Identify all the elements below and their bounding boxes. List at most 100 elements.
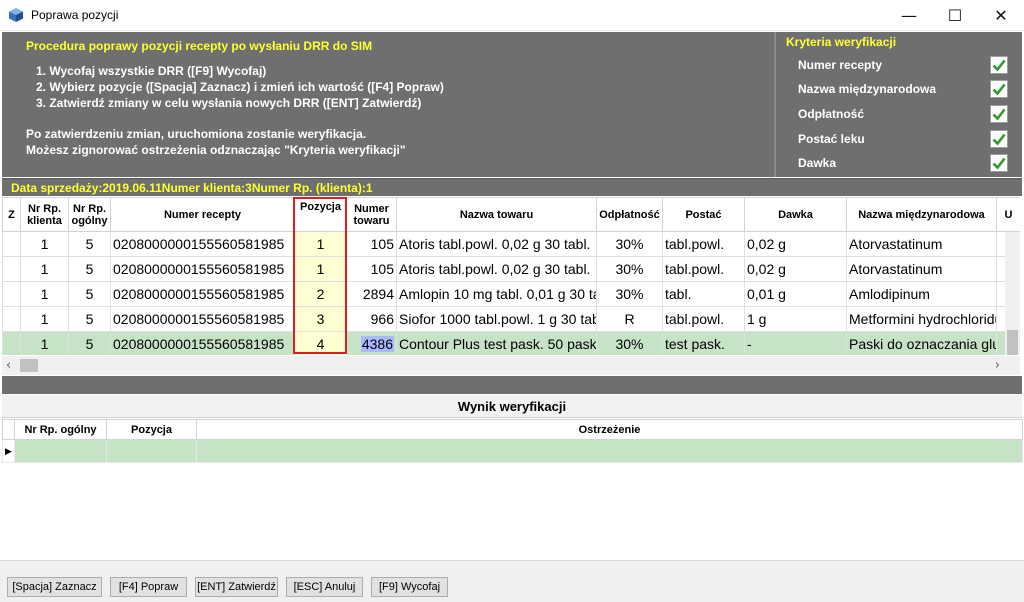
cell-nazwa-miedzynarodowa[interactable]: Paski do oznaczania glukozy bbox=[846, 331, 997, 355]
criteria-checkbox[interactable] bbox=[990, 80, 1008, 98]
cell-rp-ogolny[interactable]: 5 bbox=[68, 281, 111, 307]
cell-rp-ogolny[interactable]: 5 bbox=[68, 256, 111, 282]
cell-rp-klienta[interactable]: 1 bbox=[20, 281, 69, 307]
zaznacz-button[interactable]: [Spacja] Zaznacz bbox=[7, 577, 102, 597]
cell-numer-towaru[interactable]: 105 bbox=[346, 256, 397, 282]
cell-rp-klienta[interactable]: 1 bbox=[20, 306, 69, 332]
cell-nazwa-miedzynarodowa[interactable]: Atorvastatinum bbox=[846, 231, 997, 257]
cell-odplatnosc[interactable]: 30% bbox=[596, 231, 663, 257]
criteria-checkbox[interactable] bbox=[990, 130, 1008, 148]
table-row[interactable]: 1 5 0208000000155560581985 3 966 Siofor … bbox=[2, 306, 1020, 332]
criteria-item-nazwa-miedzynarodowa[interactable]: Nazwa międzynarodowa bbox=[798, 78, 1008, 100]
cell-ostrzezenie[interactable] bbox=[196, 439, 1023, 463]
cell-z[interactable] bbox=[2, 256, 21, 282]
col-header-ostrzezenie[interactable]: Ostrzeżenie bbox=[196, 419, 1023, 440]
cell-numer-recepty[interactable]: 0208000000155560581985 bbox=[110, 281, 295, 307]
cell-pozycja[interactable]: 3 bbox=[294, 306, 347, 332]
cell-rp-ogolny[interactable]: 5 bbox=[68, 306, 111, 332]
col-header-z[interactable]: Z bbox=[2, 197, 21, 232]
cell-odplatnosc[interactable]: R bbox=[596, 306, 663, 332]
table-row[interactable]: 1 5 0208000000155560581985 2 2894 Amlopi… bbox=[2, 281, 1020, 307]
cell-pozycja[interactable]: 2 bbox=[294, 281, 347, 307]
cell-nazwa-miedzynarodowa[interactable]: Metformini hydrochloridum bbox=[846, 306, 997, 332]
cell-nr-rp-ogolny[interactable] bbox=[14, 439, 107, 463]
criteria-checkbox[interactable] bbox=[990, 154, 1008, 172]
col-header-nr-rp-ogolny[interactable]: Nr Rp. ogólny bbox=[68, 197, 111, 232]
horizontal-scroll-thumb[interactable] bbox=[20, 359, 38, 372]
criteria-checkbox[interactable] bbox=[990, 56, 1008, 74]
cell-nazwa-miedzynarodowa[interactable]: Atorvastatinum bbox=[846, 256, 997, 282]
close-button[interactable]: ✕ bbox=[978, 0, 1024, 31]
cell-z[interactable] bbox=[2, 231, 21, 257]
scroll-right-icon[interactable]: › bbox=[995, 358, 1000, 373]
horizontal-scrollbar[interactable]: ‹ › bbox=[2, 356, 1020, 375]
anuluj-button[interactable]: [ESC] Anuluj bbox=[286, 577, 363, 597]
cell-rp-klienta[interactable]: 1 bbox=[20, 231, 69, 257]
cell-numer-recepty[interactable]: 0208000000155560581985 bbox=[110, 231, 295, 257]
col-header-odplatnosc[interactable]: Odpłatność bbox=[596, 197, 663, 232]
minimize-button[interactable]: — bbox=[886, 0, 932, 31]
cell-z[interactable] bbox=[2, 331, 21, 355]
cell-pozycja[interactable]: 1 bbox=[294, 231, 347, 257]
criteria-checkbox[interactable] bbox=[990, 105, 1008, 123]
cell-nazwa-miedzynarodowa[interactable]: Amlodipinum bbox=[846, 281, 997, 307]
cell-rp-ogolny[interactable]: 5 bbox=[68, 331, 111, 355]
cell-postac[interactable]: tabl.powl. bbox=[662, 256, 745, 282]
verification-grid[interactable]: Nr Rp. ogólny Pozycja Ostrzeżenie ▶ bbox=[2, 419, 1023, 559]
cell-z[interactable] bbox=[2, 281, 21, 307]
cell-odplatnosc[interactable]: 30% bbox=[596, 331, 663, 355]
criteria-item-numer-recepty[interactable]: Numer recepty bbox=[798, 54, 1008, 76]
cell-dawka[interactable]: 0,02 g bbox=[744, 256, 847, 282]
col-header-nazwa-miedzynarodowa[interactable]: Nazwa międzynarodowa bbox=[846, 197, 997, 232]
cell-numer-towaru[interactable]: 105 bbox=[346, 231, 397, 257]
vertical-scroll-thumb[interactable] bbox=[1007, 330, 1018, 355]
col-header-pozycja[interactable]: Pozycja bbox=[106, 419, 197, 440]
cell-numer-towaru[interactable]: 966 bbox=[346, 306, 397, 332]
cell-odplatnosc[interactable]: 30% bbox=[596, 281, 663, 307]
col-header-nr-rp-ogolny[interactable]: Nr Rp. ogólny bbox=[14, 419, 107, 440]
cell-nazwa-towaru[interactable]: Amlopin 10 mg tabl. 0,01 g 30 tabl. bbox=[396, 281, 597, 307]
wycofaj-button[interactable]: [F9] Wycofaj bbox=[371, 577, 448, 597]
criteria-item-postac-leku[interactable]: Postać leku bbox=[798, 128, 1008, 150]
positions-grid[interactable]: Z Nr Rp. klienta Nr Rp. ogólny Numer rec… bbox=[2, 197, 1020, 355]
criteria-item-dawka[interactable]: Dawka bbox=[798, 152, 1008, 174]
table-row-selected[interactable]: 1 5 0208000000155560581985 4 4386 Contou… bbox=[2, 331, 1020, 355]
cell-postac[interactable]: test pask. bbox=[662, 331, 745, 355]
cell-pozycja[interactable]: 1 bbox=[294, 256, 347, 282]
cell-numer-towaru-active[interactable]: 4386 bbox=[346, 331, 397, 355]
cell-dawka[interactable]: 1 g bbox=[744, 306, 847, 332]
cell-pozycja[interactable] bbox=[106, 439, 197, 463]
cell-rp-ogolny[interactable]: 5 bbox=[68, 231, 111, 257]
cell-nazwa-towaru[interactable]: Atoris tabl.powl. 0,02 g 30 tabl. bbox=[396, 256, 597, 282]
cell-numer-recepty[interactable]: 0208000000155560581985 bbox=[110, 306, 295, 332]
cell-odplatnosc[interactable]: 30% bbox=[596, 256, 663, 282]
popraw-button[interactable]: [F4] Popraw bbox=[110, 577, 187, 597]
cell-numer-recepty[interactable]: 0208000000155560581985 bbox=[110, 256, 295, 282]
cell-z[interactable] bbox=[2, 306, 21, 332]
cell-rp-klienta[interactable]: 1 bbox=[20, 256, 69, 282]
active-cell-value[interactable]: 4386 bbox=[360, 336, 394, 352]
maximize-button[interactable]: ☐ bbox=[932, 0, 978, 31]
scroll-left-icon[interactable]: ‹ bbox=[6, 358, 11, 373]
cell-numer-recepty[interactable]: 0208000000155560581985 bbox=[110, 331, 295, 355]
cell-numer-towaru[interactable]: 2894 bbox=[346, 281, 397, 307]
cell-postac[interactable]: tabl. bbox=[662, 281, 745, 307]
cell-postac[interactable]: tabl.powl. bbox=[662, 231, 745, 257]
cell-nazwa-towaru[interactable]: Contour Plus test pask. 50 pask. bbox=[396, 331, 597, 355]
cell-nazwa-towaru[interactable]: Siofor 1000 tabl.powl. 1 g 30 tabl. bbox=[396, 306, 597, 332]
cell-dawka[interactable]: 0,02 g bbox=[744, 231, 847, 257]
verification-row[interactable]: ▶ bbox=[2, 439, 1023, 463]
table-row[interactable]: 1 5 0208000000155560581985 1 105 Atoris … bbox=[2, 231, 1020, 257]
col-header-numer-towaru[interactable]: Numer towaru bbox=[346, 197, 397, 232]
table-row[interactable]: 1 5 0208000000155560581985 1 105 Atoris … bbox=[2, 256, 1020, 282]
col-header-dawka[interactable]: Dawka bbox=[744, 197, 847, 232]
cell-postac[interactable]: tabl.powl. bbox=[662, 306, 745, 332]
zatwierdz-button[interactable]: [ENT] Zatwierdź bbox=[195, 577, 278, 597]
col-header-nr-rp-klienta[interactable]: Nr Rp. klienta bbox=[20, 197, 69, 232]
cell-rp-klienta[interactable]: 1 bbox=[20, 331, 69, 355]
cell-dawka[interactable]: - bbox=[744, 331, 847, 355]
cell-pozycja[interactable]: 4 bbox=[294, 331, 347, 355]
col-header-pozycja[interactable]: Pozycja bbox=[294, 197, 347, 232]
col-header-numer-recepty[interactable]: Numer recepty bbox=[110, 197, 295, 232]
col-header-postac[interactable]: Postać bbox=[662, 197, 745, 232]
